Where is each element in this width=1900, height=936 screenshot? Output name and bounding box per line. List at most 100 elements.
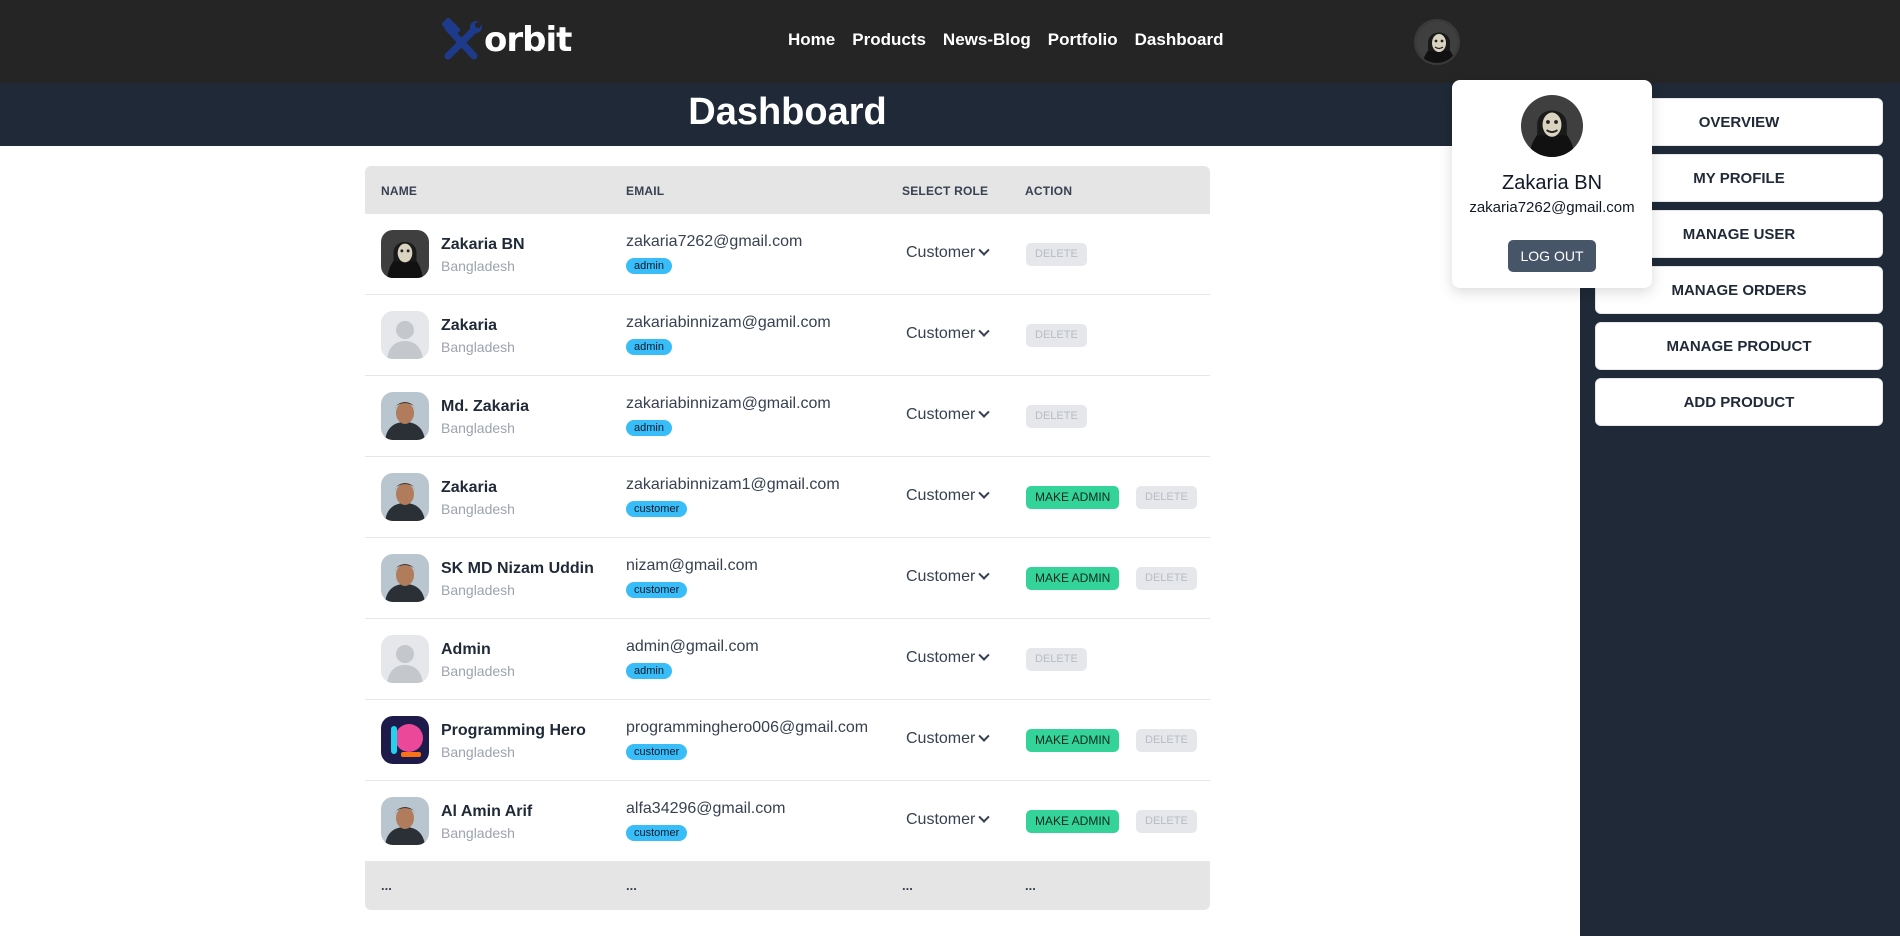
role-select-value: Customer	[906, 325, 976, 342]
user-avatar	[381, 635, 429, 683]
user-avatar	[381, 311, 429, 359]
user-name: Admin	[441, 641, 491, 658]
chevron-down-icon	[978, 487, 991, 499]
table-row: SK MD Nizam Uddin Bangladesh nizam@gmail.c…	[365, 538, 1210, 619]
footer-cell: ...	[626, 878, 637, 893]
role-select-value: Customer	[906, 730, 976, 747]
delete-button[interactable]: DELETE	[1136, 486, 1197, 509]
table-body: Zakaria BN Bangladesh zakaria7262@gmail.co…	[365, 214, 1210, 862]
user-country: Bangladesh	[441, 825, 515, 841]
users-table: NAME EMAIL SELECT ROLE ACTION Zakaria BN…	[365, 166, 1210, 910]
nav-link-products[interactable]: Products	[852, 30, 926, 50]
column-header-name: NAME	[381, 184, 418, 198]
role-select-dropdown[interactable]: Customer	[906, 568, 991, 586]
user-avatar	[381, 392, 429, 440]
chevron-down-icon	[978, 325, 991, 337]
role-select-value: Customer	[906, 649, 976, 666]
nav-link-portfolio[interactable]: Portfolio	[1048, 30, 1118, 50]
user-email: programminghero006@gmail.com	[626, 719, 869, 736]
user-name: Al Amin Arif	[441, 803, 533, 820]
role-badge: admin	[626, 420, 672, 436]
chevron-down-icon	[978, 406, 991, 418]
role-select-dropdown[interactable]: Customer	[906, 325, 991, 343]
delete-button[interactable]: DELETE	[1026, 243, 1087, 266]
logo[interactable]: orbit	[440, 16, 572, 64]
user-email: alfa34296@gmail.com	[626, 800, 786, 817]
role-badge: admin	[626, 663, 672, 679]
user-country: Bangladesh	[441, 420, 515, 436]
role-badge: customer	[626, 744, 688, 760]
sidebar-item-manage-product[interactable]: MANAGE PRODUCT	[1595, 322, 1883, 370]
user-country: Bangladesh	[441, 339, 515, 355]
nav-link-dashboard[interactable]: Dashboard	[1135, 30, 1224, 50]
table-row: Programming Hero Bangladesh programmingher…	[365, 700, 1210, 781]
logout-button[interactable]: LOG OUT	[1508, 240, 1596, 272]
top-navbar: orbit Home Products News-Blog Portfolio …	[0, 0, 1900, 83]
user-email: nizam@gmail.com	[626, 557, 758, 574]
delete-button[interactable]: DELETE	[1026, 648, 1087, 671]
user-avatar	[381, 473, 429, 521]
table-footer: ... ... ... ...	[365, 862, 1210, 910]
role-select-dropdown[interactable]: Customer	[906, 730, 991, 748]
table-row: Zakaria BN Bangladesh zakaria7262@gmail.co…	[365, 214, 1210, 295]
user-avatar-button[interactable]	[1414, 19, 1460, 65]
user-name: SK MD Nizam Uddin	[441, 560, 594, 577]
role-badge: customer	[626, 501, 688, 517]
delete-button[interactable]: DELETE	[1026, 405, 1087, 428]
role-badge: customer	[626, 582, 688, 598]
user-avatar	[381, 230, 429, 278]
role-select-value: Customer	[906, 406, 976, 423]
user-country: Bangladesh	[441, 258, 515, 274]
user-email: zakariabinnizam1@gmail.com	[626, 476, 840, 493]
chevron-down-icon	[978, 244, 991, 256]
user-country: Bangladesh	[441, 744, 515, 760]
role-badge: admin	[626, 258, 672, 274]
nav-link-news-blog[interactable]: News-Blog	[943, 30, 1031, 50]
user-avatar	[381, 797, 429, 845]
user-email: zakariabinnizam@gmail.com	[626, 395, 831, 412]
column-header-action: ACTION	[1025, 184, 1073, 198]
user-name: Zakaria	[441, 317, 498, 334]
table-row: Zakaria Bangladesh zakariabinnizam@gamil.c…	[365, 295, 1210, 376]
chevron-down-icon	[978, 730, 991, 742]
role-select-dropdown[interactable]: Customer	[906, 487, 991, 505]
make-admin-button[interactable]: MAKE ADMIN	[1026, 567, 1120, 590]
user-email: zakaria7262@gmail.com	[626, 233, 803, 250]
logo-text: orbit	[484, 20, 572, 60]
profile-avatar	[1521, 95, 1583, 157]
profile-name: Zakaria BN	[1501, 172, 1603, 194]
user-country: Bangladesh	[441, 663, 515, 679]
footer-cell: ...	[1025, 878, 1036, 893]
role-select-value: Customer	[906, 487, 976, 504]
role-select-dropdown[interactable]: Customer	[906, 649, 991, 667]
chevron-down-icon	[978, 811, 991, 823]
nav-link-home[interactable]: Home	[788, 30, 835, 50]
main-nav: Home Products News-Blog Portfolio Dashbo…	[788, 30, 1240, 50]
role-select-dropdown[interactable]: Customer	[906, 406, 991, 424]
make-admin-button[interactable]: MAKE ADMIN	[1026, 486, 1120, 509]
role-select-dropdown[interactable]: Customer	[906, 244, 991, 262]
make-admin-button[interactable]: MAKE ADMIN	[1026, 729, 1120, 752]
delete-button[interactable]: DELETE	[1136, 729, 1197, 752]
role-select-value: Customer	[906, 568, 976, 585]
profile-dropdown: Zakaria BN zakaria7262@gmail.com LOG OUT	[1452, 80, 1652, 288]
role-badge: customer	[626, 825, 688, 841]
make-admin-button[interactable]: MAKE ADMIN	[1026, 810, 1120, 833]
role-badge: admin	[626, 339, 672, 355]
column-header-email: EMAIL	[626, 184, 665, 198]
sidebar-item-add-product[interactable]: ADD PRODUCT	[1595, 378, 1883, 426]
chevron-down-icon	[978, 649, 991, 661]
delete-button[interactable]: DELETE	[1026, 324, 1087, 347]
table-row: Al Amin Arif Bangladesh alfa34296@gmail.co…	[365, 781, 1210, 862]
table-row: Admin Bangladesh admin@gmail.com admin Custo…	[365, 619, 1210, 700]
table-header: NAME EMAIL SELECT ROLE ACTION	[365, 166, 1210, 214]
user-avatar	[381, 716, 429, 764]
delete-button[interactable]: DELETE	[1136, 810, 1197, 833]
user-name: Zakaria BN	[441, 236, 525, 253]
delete-button[interactable]: DELETE	[1136, 567, 1197, 590]
profile-email: zakaria7262@gmail.com	[1469, 199, 1635, 216]
user-country: Bangladesh	[441, 582, 515, 598]
role-select-dropdown[interactable]: Customer	[906, 811, 991, 829]
page-title: Dashboard	[688, 91, 887, 133]
user-country: Bangladesh	[441, 501, 515, 517]
